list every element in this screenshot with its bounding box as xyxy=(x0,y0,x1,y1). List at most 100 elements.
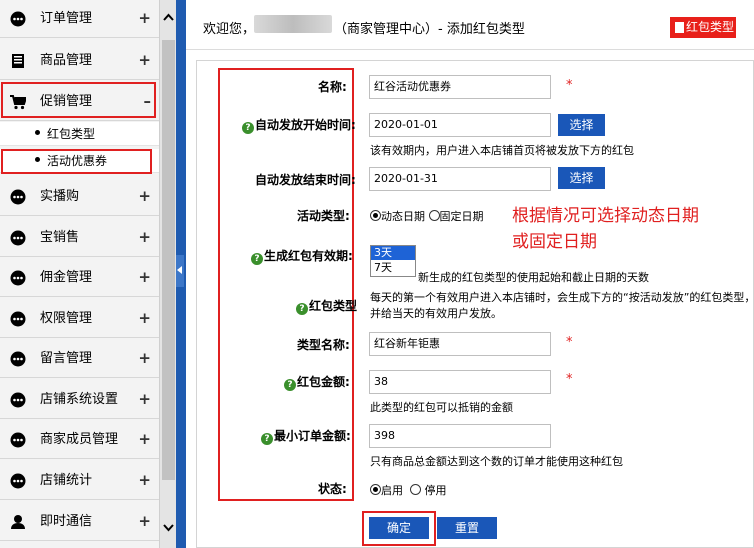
help-icon[interactable]: ? xyxy=(296,303,308,315)
sidebar-item-orders[interactable]: 订单管理 + xyxy=(0,0,159,38)
sidebar-item-label: 店铺系统设置 xyxy=(40,392,119,407)
radio-status-off[interactable] xyxy=(410,484,421,495)
sidebar-subitem-coupon[interactable]: 活动优惠券 xyxy=(0,149,159,173)
validity-option-3d[interactable]: 3天 xyxy=(371,246,415,260)
annotation-line1: 根据情况可选择动态日期 xyxy=(512,206,699,226)
page-title: （商家管理中心）- 添加红包类型 xyxy=(334,22,525,37)
dots-circle-icon xyxy=(10,392,26,408)
start-time-input[interactable]: 2020-01-01 xyxy=(369,113,551,137)
help-icon[interactable]: ? xyxy=(251,253,263,265)
help-icon[interactable]: ? xyxy=(261,433,273,445)
radio-dynamic-date[interactable] xyxy=(370,210,381,221)
type-name-input[interactable]: 红谷新年钜惠 xyxy=(369,332,551,356)
expand-toggle[interactable]: + xyxy=(138,269,151,285)
sidebar-item-statistics[interactable]: 店铺统计 + xyxy=(0,462,159,500)
sidebar-item-label: 留言管理 xyxy=(40,351,93,366)
sidebar-item-label: 佣金管理 xyxy=(40,270,93,285)
amount-input[interactable]: 38 xyxy=(369,370,551,394)
sidebar-item-promotion[interactable]: 促销管理 – xyxy=(0,83,159,121)
start-time-hint: 该有效期内，用户进入本店铺首页将被发放下方的红包 xyxy=(370,144,634,157)
redacted-username xyxy=(254,15,332,33)
expand-toggle[interactable]: + xyxy=(138,513,151,529)
sidebar-subitem-label: 活动优惠券 xyxy=(47,154,108,168)
redpack-type-label: ? 红包类型 xyxy=(296,298,357,315)
cart-icon xyxy=(10,95,26,110)
radio-fixed-date[interactable] xyxy=(428,210,440,221)
sidebar-item-live-shopping[interactable]: 实播购 + xyxy=(0,178,159,216)
required-mark: * xyxy=(566,372,573,387)
required-mark: * xyxy=(566,335,573,350)
sidebar-item-label: 实播购 xyxy=(40,189,80,204)
sidebar-item-label: 商品管理 xyxy=(40,53,93,68)
sidebar-item-bao-sales[interactable]: 宝销售 + xyxy=(0,219,159,257)
sidebar-item-im[interactable]: 即时通信 + xyxy=(0,503,159,541)
activity-type-label: 活动类型: xyxy=(297,209,350,223)
collapse-toggle[interactable]: – xyxy=(144,93,152,109)
expand-toggle[interactable]: + xyxy=(138,52,151,68)
sidebar-item-commission[interactable]: 佣金管理 + xyxy=(0,259,159,297)
validity-label: ? 生成红包有效期: xyxy=(251,248,353,265)
radio-status-on[interactable] xyxy=(370,484,381,495)
sidebar-item-label: 宝销售 xyxy=(40,230,80,245)
scroll-thumb[interactable] xyxy=(162,40,175,480)
expand-toggle[interactable]: + xyxy=(138,310,151,326)
start-time-label: ? 自动发放开始时间: xyxy=(242,117,356,134)
expand-toggle[interactable]: + xyxy=(138,472,151,488)
dots-circle-icon xyxy=(10,189,26,205)
confirm-button[interactable]: 确定 xyxy=(369,517,429,539)
end-time-input[interactable]: 2020-01-31 xyxy=(369,167,551,191)
dots-circle-icon xyxy=(10,432,26,448)
sidebar-item-label: 商家成员管理 xyxy=(40,432,119,447)
sidebar-item-members[interactable]: 商家成员管理 + xyxy=(0,421,159,459)
collapse-sidebar-handle[interactable] xyxy=(176,255,184,287)
panel-divider xyxy=(176,0,186,548)
redpack-type-button[interactable]: 红包类型 xyxy=(670,17,736,38)
welcome-text: 欢迎您， xyxy=(203,22,256,37)
type-name-label: 类型名称: xyxy=(297,338,350,352)
expand-toggle[interactable]: + xyxy=(138,431,151,447)
sidebar-subitem-redpack-type[interactable]: 红包类型 xyxy=(0,122,159,146)
status-options: 启用 停用 xyxy=(370,482,447,498)
end-choose-button[interactable]: 选择 xyxy=(558,167,605,189)
sidebar-item-messages[interactable]: 留言管理 + xyxy=(0,340,159,378)
expand-toggle[interactable]: + xyxy=(138,188,151,204)
expand-toggle[interactable]: + xyxy=(138,350,151,366)
scroll-down-icon[interactable] xyxy=(163,522,174,533)
bullet-icon xyxy=(35,157,40,162)
reset-button[interactable]: 重置 xyxy=(437,517,497,539)
expand-toggle[interactable]: + xyxy=(138,10,151,26)
sidebar-item-products[interactable]: 商品管理 + xyxy=(0,42,159,80)
bullet-icon xyxy=(35,130,40,135)
validity-label-text: 生成红包有效期: xyxy=(264,249,353,263)
radio-status-on-label: 启用 xyxy=(381,484,403,497)
sidebar-item-label: 店铺统计 xyxy=(40,473,93,488)
min-order-label-text: 最小订单金额: xyxy=(274,429,351,443)
annotation-line2: 或固定日期 xyxy=(512,232,597,252)
sidebar-item-label: 即时通信 xyxy=(40,514,93,529)
amount-hint: 此类型的红包可以抵销的金额 xyxy=(370,401,513,414)
end-time-label: 自动发放结束时间: xyxy=(255,173,356,187)
dots-circle-icon xyxy=(10,311,26,327)
expand-toggle[interactable]: + xyxy=(138,391,151,407)
document-icon xyxy=(675,22,684,33)
sidebar-item-permissions[interactable]: 权限管理 + xyxy=(0,300,159,338)
radio-fixed-label: 固定日期 xyxy=(439,210,484,223)
sidebar-subitem-label: 红包类型 xyxy=(47,127,96,141)
sidebar-item-store-settings[interactable]: 店铺系统设置 + xyxy=(0,381,159,419)
dots-circle-icon xyxy=(10,473,26,489)
scroll-up-icon[interactable] xyxy=(163,12,174,23)
sidebar-scrollbar[interactable] xyxy=(159,0,176,548)
help-icon[interactable]: ? xyxy=(284,379,296,391)
expand-toggle[interactable]: + xyxy=(138,229,151,245)
help-icon[interactable]: ? xyxy=(242,122,254,134)
validity-hint: 新生成的红包类型的使用起始和截止日期的天数 xyxy=(418,271,649,284)
required-mark: * xyxy=(566,78,573,93)
name-label: 名称: xyxy=(318,80,347,94)
name-input[interactable]: 红谷活动优惠券 xyxy=(369,75,551,99)
start-choose-button[interactable]: 选择 xyxy=(558,114,605,136)
user-icon xyxy=(11,515,25,529)
redpack-type-label-text: 红包类型 xyxy=(309,299,358,313)
min-order-input[interactable]: 398 xyxy=(369,424,551,448)
dots-circle-icon xyxy=(10,270,26,286)
min-order-label: ? 最小订单金额: xyxy=(261,428,351,445)
